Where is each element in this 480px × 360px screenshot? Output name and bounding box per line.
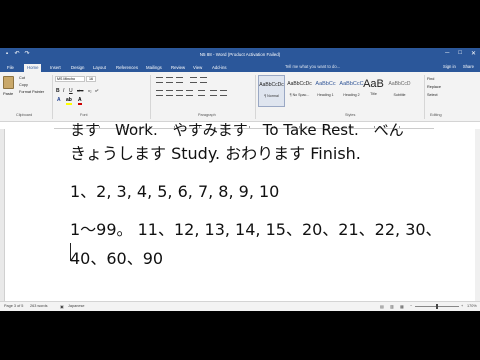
multilevel-list-icon[interactable] bbox=[176, 77, 183, 83]
bold-button[interactable]: B bbox=[56, 88, 60, 94]
copy-button[interactable]: Copy bbox=[19, 83, 28, 87]
tab-insert[interactable]: Insert bbox=[47, 64, 64, 72]
cut-button[interactable]: Cut bbox=[19, 76, 25, 80]
style-subtitle[interactable]: AaBbCcD Subtitle bbox=[386, 75, 413, 107]
title-bar: ▪ ↶ ↷ N5 88 - Word (Product Activation F… bbox=[0, 48, 480, 62]
language-indicator[interactable]: Japanese bbox=[68, 304, 84, 308]
maximize-button[interactable]: □ bbox=[458, 50, 462, 57]
window-title: N5 88 - Word (Product Activation Failed) bbox=[199, 52, 281, 57]
style-normal[interactable]: AaBbCcDc ¶ Normal bbox=[258, 75, 285, 107]
font-group-label: Font bbox=[80, 113, 88, 117]
align-right-icon[interactable] bbox=[176, 90, 183, 96]
tab-add-ins[interactable]: Add-ins bbox=[209, 64, 230, 72]
zoom-in-icon[interactable]: + bbox=[461, 304, 463, 308]
vertical-scrollbar[interactable] bbox=[475, 129, 480, 301]
account-links: Sign in Share bbox=[443, 64, 474, 69]
clipboard-group-label: Clipboard bbox=[16, 113, 33, 117]
document-line[interactable]: 40、60、90 bbox=[70, 245, 163, 269]
sign-in-link[interactable]: Sign in bbox=[443, 64, 456, 69]
print-layout-icon[interactable]: ▥ bbox=[390, 304, 394, 309]
document-line[interactable]: 1、2, 3, 4, 5, 6, 7, 8, 9, 10 bbox=[70, 178, 279, 202]
find-button[interactable]: Find bbox=[427, 77, 434, 81]
select-button[interactable]: Select bbox=[427, 93, 438, 97]
document-line[interactable]: ます Work. やすみます To Take Rest. べん bbox=[70, 119, 404, 140]
group-divider bbox=[255, 75, 256, 119]
tab-design[interactable]: Design bbox=[68, 64, 87, 72]
document-line[interactable]: 1〜99。 11、12, 13, 14, 15、20、21、22, 30、 bbox=[70, 216, 442, 240]
numbering-icon[interactable] bbox=[166, 77, 173, 83]
tell-me-search[interactable]: Tell me what you want to do... bbox=[285, 64, 340, 69]
word-count[interactable]: 263 words bbox=[30, 304, 48, 308]
paragraph-group-label: Paragraph bbox=[198, 113, 216, 117]
group-divider bbox=[150, 75, 151, 119]
strikethrough-button[interactable]: abc bbox=[77, 88, 83, 93]
proofing-icon[interactable]: ▣ bbox=[60, 304, 64, 309]
line-spacing-icon[interactable] bbox=[198, 90, 205, 96]
increase-indent-icon[interactable] bbox=[200, 77, 207, 83]
ribbon-home: Paste Cut Copy Format Painter Clipboard … bbox=[0, 72, 480, 122]
justify-icon[interactable] bbox=[186, 90, 193, 96]
highlight-color-icon[interactable]: ab bbox=[66, 97, 72, 105]
underline-button[interactable]: U bbox=[69, 88, 73, 94]
style-title[interactable]: AaB Title bbox=[360, 75, 387, 107]
font-name-field[interactable]: MS Mincho bbox=[55, 76, 85, 82]
share-button[interactable]: Share bbox=[463, 64, 474, 69]
text-cursor bbox=[70, 243, 71, 261]
zoom-out-icon[interactable]: − bbox=[410, 304, 412, 308]
tab-mailings[interactable]: Mailings bbox=[143, 64, 165, 72]
status-bar: Page 3 of 5 263 words ▣ Japanese ▤ ▥ ▦ −… bbox=[0, 301, 480, 311]
close-button[interactable]: ✕ bbox=[471, 50, 476, 57]
read-mode-icon[interactable]: ▤ bbox=[380, 304, 384, 309]
paste-button[interactable]: Paste bbox=[3, 76, 15, 104]
word-window: ▪ ↶ ↷ N5 88 - Word (Product Activation F… bbox=[0, 48, 480, 311]
tab-file[interactable]: File bbox=[4, 64, 17, 72]
align-left-icon[interactable] bbox=[156, 90, 163, 96]
ribbon-tabs: File Home Insert Design Layout Reference… bbox=[0, 62, 480, 72]
font-color-icon[interactable]: A bbox=[78, 97, 82, 105]
tab-references[interactable]: References bbox=[113, 64, 141, 72]
borders-icon[interactable] bbox=[220, 90, 227, 96]
replace-button[interactable]: Replace bbox=[427, 85, 441, 89]
shading-icon[interactable] bbox=[210, 90, 217, 96]
font-size-field[interactable]: 16 bbox=[86, 76, 96, 82]
style-no-spacing[interactable]: AaBbCcDc ¶ No Spac... bbox=[286, 75, 313, 107]
vertical-ruler bbox=[0, 129, 5, 301]
group-divider bbox=[52, 75, 53, 119]
zoom-slider-thumb[interactable] bbox=[436, 304, 438, 309]
decrease-indent-icon[interactable] bbox=[190, 77, 197, 83]
bullets-icon[interactable] bbox=[156, 77, 163, 83]
tab-home[interactable]: Home bbox=[24, 64, 42, 72]
document-line[interactable]: きょうします Study. おわります Finish. bbox=[70, 140, 361, 164]
superscript-button[interactable]: x² bbox=[95, 88, 98, 93]
editing-group-label: Editing bbox=[430, 113, 442, 117]
document-page[interactable]: ます Work. やすみます To Take Rest. べん きょうします S… bbox=[0, 121, 480, 301]
format-painter-button[interactable]: Format Painter bbox=[19, 90, 44, 94]
window-controls: ─ □ ✕ bbox=[445, 50, 476, 57]
zoom-level[interactable]: 170% bbox=[467, 304, 477, 308]
style-heading-1[interactable]: AaBbCc Heading 1 bbox=[312, 75, 339, 107]
tab-layout[interactable]: Layout bbox=[90, 64, 109, 72]
group-divider bbox=[424, 75, 425, 119]
text-effects-icon[interactable]: A bbox=[57, 97, 61, 103]
clipboard-icon bbox=[3, 76, 14, 89]
minimize-button[interactable]: ─ bbox=[445, 50, 449, 57]
italic-button[interactable]: I bbox=[63, 88, 64, 94]
tab-review[interactable]: Review bbox=[168, 64, 188, 72]
align-center-icon[interactable] bbox=[166, 90, 173, 96]
subscript-button[interactable]: x₂ bbox=[88, 88, 92, 93]
tab-view[interactable]: View bbox=[190, 64, 205, 72]
page-count[interactable]: Page 3 of 5 bbox=[4, 304, 23, 308]
web-layout-icon[interactable]: ▦ bbox=[400, 304, 404, 309]
styles-group-label: Styles bbox=[345, 113, 356, 117]
